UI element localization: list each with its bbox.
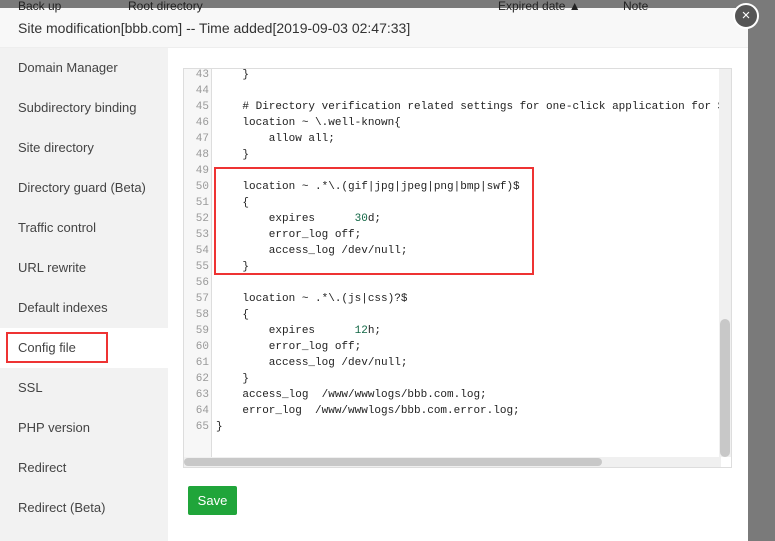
code-line: 60 error_log off; [184, 339, 731, 355]
line-number: 63 [195, 389, 209, 401]
code-line: 64 error_log /www/wwwlogs/bbb.com.error.… [184, 403, 731, 419]
sidebar-item[interactable]: Site directory [0, 128, 168, 168]
code-text: } [216, 149, 250, 161]
sidebar-item-label: Traffic control [18, 220, 97, 235]
scroll-thumb[interactable] [720, 319, 730, 457]
site-modification-dialog: Site modification[bbb.com] -- Time added… [0, 3, 759, 541]
sidebar-item-label: Domain Manager [18, 60, 118, 75]
line-number: 56 [195, 277, 209, 289]
sidebar-item-label: Site directory [18, 140, 94, 155]
line-number: 47 [195, 133, 209, 145]
config-editor[interactable]: 43 } 44 45 # Directory verification relate… [183, 68, 732, 468]
line-number: 43 [195, 69, 209, 81]
code-line: 46 location ~ \.well-known{ [184, 115, 731, 131]
save-button[interactable]: Save [188, 486, 237, 515]
sidebar-item[interactable]: URL rewrite [0, 248, 168, 288]
code-text: # Directory verification related setting… [242, 101, 731, 113]
dialog-title: Site modification[bbb.com] -- Time added… [0, 8, 748, 48]
sidebar-item[interactable]: Config file [0, 328, 168, 368]
line-number: 65 [195, 421, 209, 433]
line-number: 51 [195, 197, 209, 209]
line-number: 54 [195, 245, 209, 257]
sidebar-item-label: SSL [18, 380, 43, 395]
line-number: 55 [195, 261, 209, 273]
sidebar-item-label: Redirect [18, 460, 67, 475]
line-number: 53 [195, 229, 209, 241]
highlight-box [214, 167, 534, 275]
code-text: } [216, 421, 223, 433]
code-line: 61 access_log /dev/null; [184, 355, 731, 371]
line-number: 52 [195, 213, 209, 225]
code-text: location ~ .*\.(js|css)?$ [216, 293, 408, 305]
code-text: location ~ \.well-known{ [216, 117, 401, 129]
sidebar-item[interactable]: Redirect [0, 448, 168, 488]
sidebar-item-label: Default indexes [18, 300, 108, 315]
code-line: 65} [184, 419, 731, 435]
code-line: 62 } [184, 371, 731, 387]
bg-col: Root directory [128, 0, 203, 13]
code-line: 56 [184, 275, 731, 291]
sidebar-item[interactable]: Subdirectory binding [0, 88, 168, 128]
code-line: 44 [184, 83, 731, 99]
sidebar-item-label: Subdirectory binding [18, 100, 137, 115]
code-text: { [216, 309, 250, 321]
sidebar-item[interactable]: Directory guard (Beta) [0, 168, 168, 208]
code-line: 57 location ~ .*\.(js|css)?$ [184, 291, 731, 307]
code-line: 58 { [184, 307, 731, 323]
sidebar-item[interactable]: PHP version [0, 408, 168, 448]
sidebar-item-label: Redirect (Beta) [18, 500, 106, 515]
sidebar-item-label: PHP version [18, 420, 91, 435]
code-line: 43 } [184, 69, 731, 83]
line-number: 50 [195, 181, 209, 193]
background-table-header: Back up Root directory Expired date ▲ No… [0, 0, 730, 14]
code-text: error_log off; [216, 341, 362, 353]
code-line: 59 expires 12h; [184, 323, 731, 339]
line-number: 58 [195, 309, 209, 321]
line-number: 57 [195, 293, 209, 305]
code-text: access_log /www/wwwlogs/bbb.com.log; [216, 389, 487, 401]
line-number: 59 [195, 325, 209, 337]
line-number: 44 [195, 85, 209, 97]
bg-col: Note [623, 0, 649, 13]
code-line: 45 # Directory verification related sett… [184, 99, 731, 115]
close-icon[interactable]: × [733, 3, 759, 29]
code-text: } [216, 69, 250, 81]
line-number: 45 [195, 101, 209, 113]
line-number: 49 [195, 165, 209, 177]
line-number: 64 [195, 405, 209, 417]
line-number: 46 [195, 117, 209, 129]
code-text: } [216, 373, 250, 385]
sidebar-item[interactable]: Traffic control [0, 208, 168, 248]
code-line: 47 allow all; [184, 131, 731, 147]
sidebar-item-label: Directory guard (Beta) [18, 180, 146, 195]
code-line: 63 access_log /www/wwwlogs/bbb.com.log; [184, 387, 731, 403]
sidebar: Domain Manager Subdirectory binding Site d… [0, 48, 168, 541]
sidebar-item-label: URL rewrite [18, 260, 87, 275]
sidebar-item[interactable]: SSL [0, 368, 168, 408]
vertical-scrollbar[interactable] [719, 69, 731, 457]
sidebar-item[interactable]: Redirect (Beta) [0, 488, 168, 528]
code-text: error_log /www/wwwlogs/bbb.com.error.log… [216, 405, 520, 417]
line-number: 61 [195, 357, 209, 369]
scroll-thumb[interactable] [184, 458, 602, 466]
line-number: 62 [195, 373, 209, 385]
bg-col: Back up [18, 0, 62, 13]
bg-col: Expired date ▲ [498, 0, 581, 13]
line-number: 48 [195, 149, 209, 161]
code-text: allow all; [216, 133, 335, 145]
sidebar-item[interactable]: Default indexes [0, 288, 168, 328]
sidebar-item-label: Config file [6, 332, 108, 363]
code-text: expires 12h; [216, 325, 382, 337]
horizontal-scrollbar[interactable] [184, 457, 721, 467]
code-text: access_log /dev/null; [216, 357, 408, 369]
code-line: 48 } [184, 147, 731, 163]
line-number: 60 [195, 341, 209, 353]
sidebar-item[interactable]: Domain Manager [0, 48, 168, 88]
